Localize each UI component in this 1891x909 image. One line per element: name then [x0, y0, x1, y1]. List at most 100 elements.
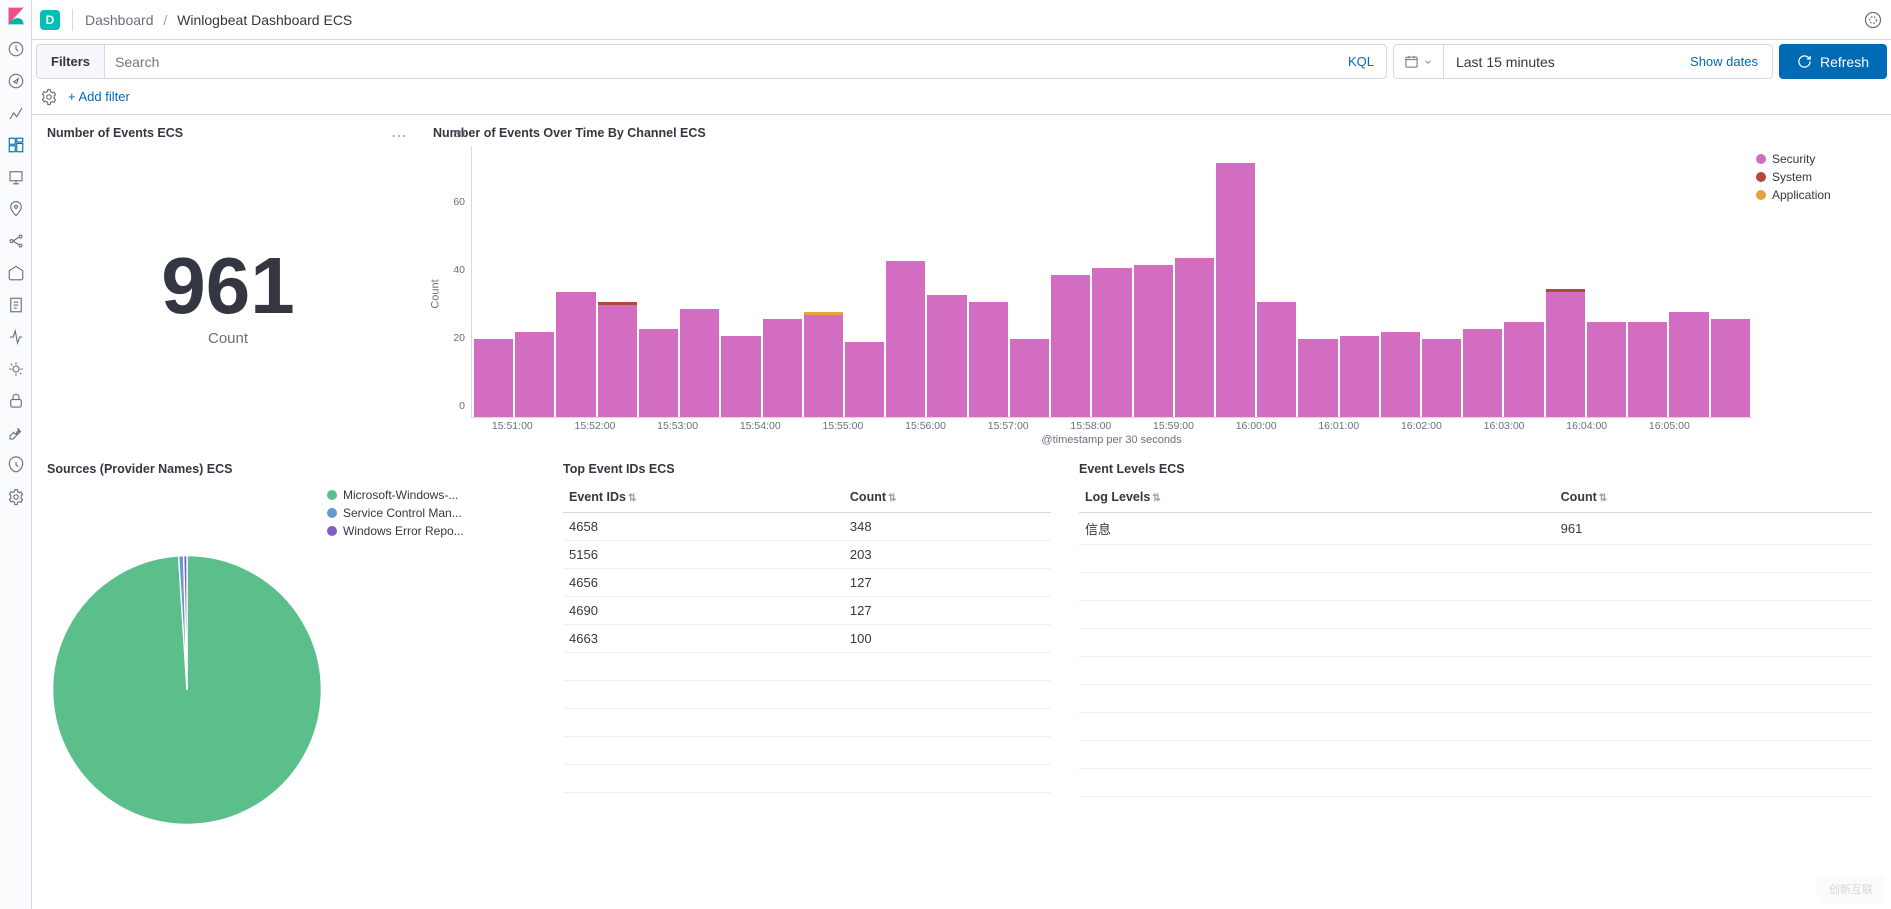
left-nav [0, 0, 32, 909]
bar[interactable] [1711, 319, 1750, 417]
panel-top-event-ids: Top Event IDs ECS Event IDs⇅ Count⇅ 4658… [554, 457, 1064, 903]
bar[interactable] [680, 309, 719, 417]
col-event-ids[interactable]: Event IDs⇅ [563, 482, 844, 513]
top-event-ids-table: Event IDs⇅ Count⇅ 4658348515620346561274… [563, 482, 1051, 793]
bar[interactable] [1587, 322, 1626, 417]
legend-item[interactable]: Windows Error Repo... [327, 524, 464, 538]
table-row[interactable]: 4658348 [563, 513, 1051, 541]
bar[interactable] [1216, 163, 1255, 417]
event-levels-table: Log Levels⇅ Count⇅ 信息961 [1079, 482, 1872, 797]
panel-events-over-time: Number of Events Over Time By Channel EC… [424, 121, 1885, 451]
uptime-icon[interactable] [7, 360, 25, 378]
table-row [563, 653, 1051, 681]
visualize-icon[interactable] [7, 104, 25, 122]
table-row[interactable]: 4690127 [563, 597, 1051, 625]
filters-button[interactable]: Filters [36, 44, 105, 79]
table-row [563, 681, 1051, 709]
bar[interactable] [1257, 302, 1296, 417]
table-row [1079, 741, 1872, 769]
table-row[interactable]: 4656127 [563, 569, 1051, 597]
management-icon[interactable] [7, 488, 25, 506]
refresh-button[interactable]: Refresh [1779, 44, 1887, 79]
time-range-display[interactable]: Last 15 minutes [1444, 54, 1676, 70]
apm-icon[interactable] [7, 328, 25, 346]
bar[interactable] [1051, 275, 1090, 417]
breadcrumb-root[interactable]: Dashboard [85, 12, 154, 28]
bar[interactable] [515, 332, 554, 417]
bar[interactable] [927, 295, 966, 417]
table-row [1079, 685, 1872, 713]
table-row [1079, 545, 1872, 573]
x-axis-label: @timestamp per 30 seconds [471, 434, 1752, 446]
kibana-logo-icon[interactable] [6, 6, 26, 26]
infra-icon[interactable] [7, 264, 25, 282]
table-row[interactable]: 5156203 [563, 541, 1051, 569]
bar[interactable] [1546, 292, 1585, 417]
logs-icon[interactable] [7, 296, 25, 314]
bar[interactable] [969, 302, 1008, 417]
bar[interactable] [556, 292, 595, 417]
filter-settings-icon[interactable] [40, 88, 58, 106]
legend-item[interactable]: Service Control Man... [327, 506, 464, 520]
search-input[interactable] [105, 54, 1336, 70]
bar[interactable] [1010, 339, 1049, 417]
query-bar: Filters KQL Last 15 minutes Show dates R… [32, 44, 1891, 79]
legend-item[interactable]: Application [1756, 188, 1876, 202]
bar[interactable] [1298, 339, 1337, 417]
panel-event-count: Number of Events ECS ⋯ 961 Count [38, 121, 418, 451]
bar[interactable] [1422, 339, 1461, 417]
legend-item[interactable]: Security [1756, 152, 1876, 166]
pie-chart[interactable] [47, 550, 327, 830]
bar[interactable] [1669, 312, 1708, 417]
bar[interactable] [721, 336, 760, 417]
devtools-icon[interactable] [7, 424, 25, 442]
bar-chart[interactable]: Count 020406080 15:51:0015:52:0015:53:00… [443, 146, 1756, 442]
table-row[interactable]: 4663100 [563, 625, 1051, 653]
show-dates-link[interactable]: Show dates [1676, 54, 1772, 69]
calendar-button[interactable] [1394, 45, 1444, 78]
canvas-icon[interactable] [7, 168, 25, 186]
bar[interactable] [845, 342, 884, 417]
add-filter-button[interactable]: + Add filter [68, 89, 130, 104]
table-row [1079, 769, 1872, 797]
bar[interactable] [639, 329, 678, 417]
recent-icon[interactable] [7, 40, 25, 58]
discover-icon[interactable] [7, 72, 25, 90]
bar[interactable] [1340, 336, 1379, 417]
panel-menu-icon[interactable]: ⋯ [391, 126, 409, 146]
table-row [1079, 713, 1872, 741]
kql-toggle[interactable]: KQL [1336, 54, 1386, 69]
help-icon[interactable] [1863, 10, 1883, 30]
space-badge[interactable]: D [40, 10, 60, 30]
col-count[interactable]: Count⇅ [844, 482, 1051, 513]
panel-title: Number of Events Over Time By Channel EC… [433, 126, 1876, 140]
col-log-levels[interactable]: Log Levels⇅ [1079, 482, 1555, 513]
bar[interactable] [474, 339, 513, 417]
table-row [1079, 573, 1872, 601]
siem-icon[interactable] [7, 392, 25, 410]
legend-item[interactable]: System [1756, 170, 1876, 184]
panel-event-levels: Event Levels ECS Log Levels⇅ Count⇅ 信息96… [1070, 457, 1885, 903]
bar[interactable] [1092, 268, 1131, 417]
bar[interactable] [1504, 322, 1543, 417]
bar[interactable] [1463, 329, 1502, 417]
bar[interactable] [1175, 258, 1214, 417]
bar[interactable] [1381, 332, 1420, 417]
bar[interactable] [804, 315, 843, 417]
monitoring-icon[interactable] [7, 456, 25, 474]
table-row[interactable]: 信息961 [1079, 513, 1872, 545]
bar[interactable] [1628, 322, 1667, 417]
legend-item[interactable]: Microsoft-Windows-... [327, 488, 464, 502]
chart-legend: Security System Application [1756, 146, 1876, 442]
bar[interactable] [1134, 265, 1173, 417]
bar[interactable] [763, 319, 802, 417]
pie-legend: Microsoft-Windows-... Service Control Man… [327, 482, 464, 898]
dashboard-icon[interactable] [7, 136, 25, 154]
bar[interactable] [886, 261, 925, 417]
table-row [1079, 629, 1872, 657]
maps-icon[interactable] [7, 200, 25, 218]
bar[interactable] [598, 305, 637, 417]
search-input-wrap: KQL [104, 44, 1387, 79]
col-count[interactable]: Count⇅ [1555, 482, 1872, 513]
ml-icon[interactable] [7, 232, 25, 250]
